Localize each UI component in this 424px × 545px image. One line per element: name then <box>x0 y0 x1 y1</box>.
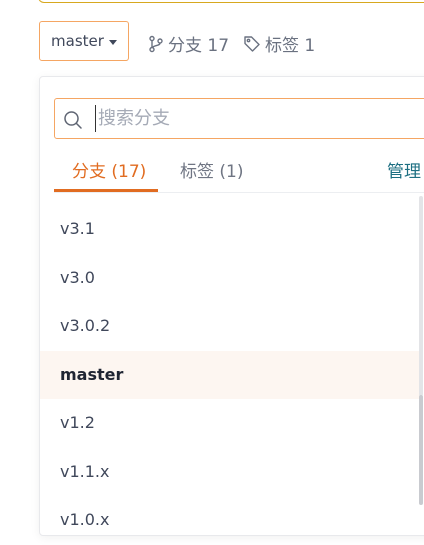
branch-item-v1-1-x[interactable]: v1.1.x <box>40 448 420 497</box>
tabs-divider <box>54 192 424 193</box>
branch-item-master[interactable]: master <box>40 350 420 399</box>
tags-count-label: 标签 1 <box>265 36 316 56</box>
tab-tags[interactable]: 标签 (1) <box>180 157 243 182</box>
tab-branches[interactable]: 分支 (17) <box>72 157 146 182</box>
branches-count-link[interactable]: 分支 17 <box>148 31 229 56</box>
branch-item-v1-2[interactable]: v1.2 <box>40 399 420 448</box>
branch-item-v1-0-x[interactable]: v1.0.x <box>40 496 420 545</box>
branch-icon <box>149 35 163 52</box>
tag-icon <box>244 35 260 52</box>
scrollbar-thumb[interactable] <box>419 395 423 505</box>
branch-item-v3-0-2[interactable]: v3.0.2 <box>40 302 420 351</box>
branch-search-input[interactable] <box>95 105 418 132</box>
branch-selector-label: master <box>51 32 104 50</box>
top-card-edge <box>38 0 424 3</box>
branches-count-label: 分支 17 <box>168 36 230 56</box>
manage-link[interactable]: 管理 <box>387 157 421 182</box>
branch-selector-button[interactable]: master <box>39 21 129 61</box>
tags-count-link[interactable]: 标签 1 <box>243 31 315 56</box>
caret-down-icon <box>108 39 117 45</box>
list-scrollbar[interactable] <box>418 190 424 514</box>
active-tab-indicator <box>54 189 158 192</box>
search-icon <box>64 111 82 129</box>
branch-list: v3.1 v3.0 v3.0.2 master v1.2 v1.1.x v1.0… <box>40 205 420 545</box>
search-box <box>54 98 424 139</box>
branch-item-v3-0[interactable]: v3.0 <box>40 254 420 303</box>
scrollbar-track-segment <box>419 196 423 396</box>
branch-item-v3-1[interactable]: v3.1 <box>40 205 420 254</box>
